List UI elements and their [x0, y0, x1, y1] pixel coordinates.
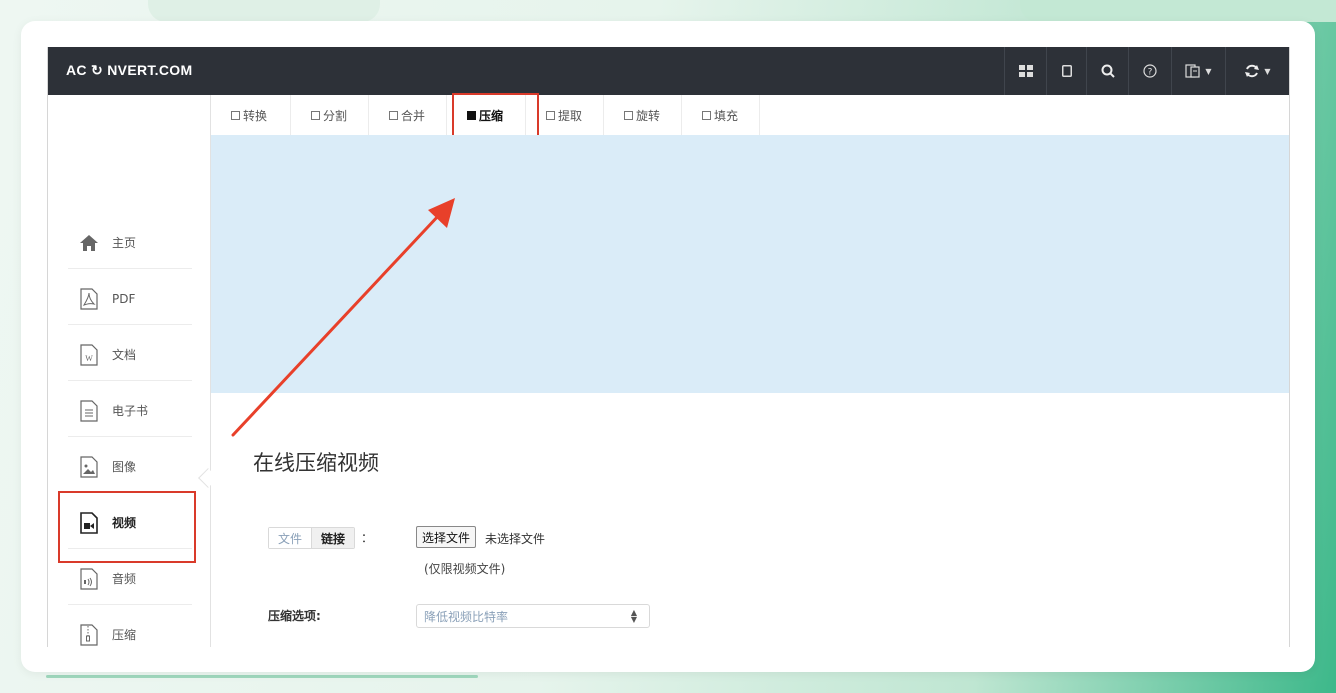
- chevron-down-icon: ▼: [1205, 66, 1212, 76]
- tab-extract[interactable]: 提取: [526, 95, 604, 135]
- tab-label: 分割: [323, 108, 348, 123]
- compression-options-select[interactable]: 降低视频比特率 ▲ ▼: [416, 604, 650, 628]
- chevron-down-icon: ▼: [1264, 66, 1271, 76]
- sidebar-item-label: PDF: [112, 291, 136, 306]
- ad-banner: [211, 135, 1289, 393]
- navbar-icon-group: ? ▼ ▼: [1004, 47, 1289, 95]
- tab-label: 合并: [401, 108, 426, 123]
- compression-options-label: 压缩选项:: [268, 609, 321, 623]
- tablet-icon[interactable]: [1046, 47, 1086, 95]
- background-decoration-top-left: [148, 0, 380, 22]
- choose-file-button[interactable]: 选择文件: [416, 526, 477, 548]
- sidebar-item-label: 压缩: [112, 628, 137, 642]
- tab-split[interactable]: 分割: [291, 95, 369, 135]
- tab-label: 压缩: [479, 108, 504, 123]
- sidebar: 主页 PDF W 文档 电子书 图像 视频 音频 压缩: [48, 95, 211, 647]
- tab-convert[interactable]: 转换: [211, 95, 291, 135]
- tab-label: 填充: [714, 108, 739, 123]
- svg-text:?: ?: [1148, 68, 1153, 78]
- checkbox-icon: [702, 110, 711, 120]
- sidebar-item-pdf[interactable]: PDF: [68, 273, 192, 325]
- language-icon[interactable]: ▼: [1171, 47, 1225, 95]
- pdf-file-icon: [78, 287, 100, 311]
- source-colon: ：: [361, 531, 374, 545]
- sidebar-item-audio[interactable]: 音频: [68, 553, 192, 605]
- sidebar-item-home[interactable]: 主页: [68, 217, 192, 269]
- sidebar-item-label: 文档: [112, 348, 137, 362]
- select-value: 降低视频比特率: [424, 609, 509, 624]
- no-file-status: 未选择文件: [485, 532, 546, 546]
- sidebar-item-label: 主页: [112, 236, 137, 250]
- tab-label: 旋转: [636, 108, 661, 123]
- page-title: 在线压缩视频: [253, 451, 379, 475]
- video-file-icon: [78, 511, 100, 535]
- checkbox-icon: [231, 110, 240, 120]
- logo-convert-icon: ↻: [91, 62, 104, 78]
- word-file-icon: W: [78, 343, 100, 367]
- select-arrows-icon: ▲ ▼: [630, 608, 637, 624]
- sidebar-item-document[interactable]: W 文档: [68, 329, 192, 381]
- refresh-icon[interactable]: ▼: [1225, 47, 1289, 95]
- source-link-tab[interactable]: 链接: [311, 528, 355, 548]
- sidebar-item-archive[interactable]: 压缩: [68, 609, 192, 647]
- search-icon[interactable]: [1086, 47, 1128, 95]
- main-content: 在线压缩视频 文件 链接 ： 选择文件 未选择文件 (仅限视频文件) 压缩选项:…: [211, 393, 1289, 647]
- sidebar-item-label: 电子书: [112, 404, 149, 418]
- sidebar-item-label: 图像: [112, 460, 137, 474]
- audio-file-icon: [78, 567, 100, 591]
- checkbox-icon: [311, 110, 320, 120]
- svg-text:W: W: [85, 354, 93, 363]
- sidebar-item-image[interactable]: 图像: [68, 441, 192, 493]
- checkbox-icon: [389, 110, 398, 120]
- source-toggle: 文件 链接: [268, 527, 356, 549]
- source-file-tab[interactable]: 文件: [269, 528, 312, 548]
- image-file-icon: [78, 455, 100, 479]
- file-type-hint: (仅限视频文件): [424, 562, 506, 576]
- help-icon[interactable]: ?: [1128, 47, 1171, 95]
- tab-merge[interactable]: 合并: [369, 95, 447, 135]
- tab-label: 转换: [243, 108, 268, 123]
- screenshot-card: AC ↻ NVERT.COM ? ▼ ▼ 主页 PDF W 文档 电子书 图像 …: [21, 21, 1315, 672]
- tab-compress[interactable]: 压缩: [447, 95, 526, 135]
- sidebar-item-label: 音频: [112, 572, 137, 586]
- grid-icon[interactable]: [1004, 47, 1046, 95]
- sidebar-item-label: 视频: [112, 516, 137, 530]
- ebook-file-icon: [78, 399, 100, 423]
- logo-prefix: AC: [66, 62, 87, 78]
- tool-tabs: 转换 分割 合并 压缩 提取 旋转 填充: [211, 95, 1289, 135]
- checkbox-icon: [546, 110, 555, 120]
- logo-suffix: NVERT.COM: [107, 62, 193, 78]
- checkbox-icon: [624, 110, 633, 120]
- site-logo[interactable]: AC ↻ NVERT.COM: [66, 62, 192, 79]
- sidebar-item-ebook[interactable]: 电子书: [68, 385, 192, 437]
- sidebar-item-video[interactable]: 视频: [68, 497, 192, 549]
- background-decoration-top-right: [1020, 0, 1336, 22]
- archive-file-icon: [78, 623, 100, 647]
- tab-label: 提取: [558, 108, 583, 123]
- home-icon: [78, 231, 100, 255]
- tab-rotate[interactable]: 旋转: [604, 95, 682, 135]
- browser-viewport: AC ↻ NVERT.COM ? ▼ ▼ 主页 PDF W 文档 电子书 图像 …: [47, 47, 1290, 647]
- background-decoration-line: [46, 675, 478, 678]
- tab-fill[interactable]: 填充: [682, 95, 760, 135]
- checkbox-filled-icon: [467, 110, 476, 120]
- top-navbar: AC ↻ NVERT.COM ? ▼ ▼: [48, 47, 1289, 95]
